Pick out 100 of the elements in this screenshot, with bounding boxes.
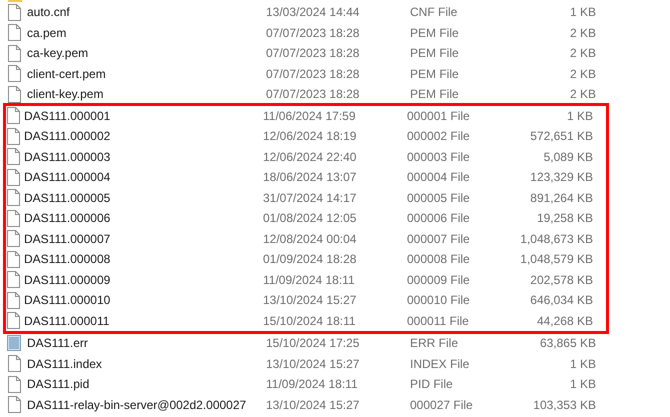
file-size: 572,651 KB xyxy=(529,129,593,144)
text-file-icon xyxy=(7,335,21,352)
file-name: DAS111.000008 xyxy=(24,252,112,266)
file-name: DAS111.000010 xyxy=(24,293,112,308)
file-row[interactable]: DAS111.000008 01/09/2024 18:28 000008 File 1,048,579 KB xyxy=(9,249,606,270)
file-row[interactable]: DAS111.000003 12/06/2024 22:40 000003 File 5,089 KB xyxy=(9,146,606,167)
file-size: 2 KB xyxy=(568,66,596,81)
file-type: 000003 File xyxy=(407,150,471,164)
date-modified: 11/06/2024 17:59 xyxy=(263,108,357,123)
file-size: 2 KB xyxy=(568,46,596,60)
file-icon xyxy=(7,271,20,288)
date-modified: 31/07/2024 14:17 xyxy=(263,190,358,205)
file-icon xyxy=(7,189,20,206)
file-size: 5,089 KB xyxy=(542,150,593,164)
file-row[interactable]: DAS111.000001 11/06/2024 17:59 000001 File 1 KB xyxy=(9,106,606,126)
file-icon xyxy=(8,44,20,62)
file-name: DAS111.pid xyxy=(27,377,90,392)
date-modified: 12/06/2024 18:19 xyxy=(263,129,358,144)
file-row[interactable]: DAS111.000002 12/06/2024 18:19 000002 File 572,651 KB xyxy=(9,126,606,146)
file-row[interactable]: client-cert.pem 07/07/2023 18:28 PEM File 2 KB xyxy=(0,64,670,84)
date-modified: 11/09/2024 18:11 xyxy=(263,272,356,287)
file-type: 000004 File xyxy=(407,170,471,184)
file-name: DAS111.000007 xyxy=(24,232,112,246)
file-row[interactable]: DAS111.pid 11/09/2024 18:11 PID File 1 KB xyxy=(0,374,670,394)
file-type: 000011 File xyxy=(407,314,470,328)
date-modified: 15/10/2024 18:11 xyxy=(263,314,357,328)
file-size: 19,258 KB xyxy=(536,211,593,226)
file-row[interactable]: DAS111.000009 11/09/2024 18:11 000009 File 202,578 KB xyxy=(9,270,606,290)
file-name: DAS111.err xyxy=(27,336,89,350)
file-size: 1 KB xyxy=(568,356,596,371)
file-icon xyxy=(8,65,20,82)
date-modified: 13/10/2024 15:27 xyxy=(266,398,360,412)
file-type: 000010 File xyxy=(407,293,471,308)
file-name: DAS111.000004 xyxy=(24,170,112,184)
file-size: 646,034 KB xyxy=(529,293,593,308)
file-name: DAS111.000011 xyxy=(24,314,110,328)
file-name: DAS111.000009 xyxy=(24,272,112,287)
date-modified: 12/06/2024 22:40 xyxy=(263,150,358,164)
file-name: client-cert.pem xyxy=(27,66,107,81)
file-name: auto.cnf xyxy=(27,5,71,20)
file-icon xyxy=(7,107,20,124)
date-modified: 13/10/2024 15:27 xyxy=(263,293,358,308)
file-name: DAS111.000002 xyxy=(24,129,112,144)
file-name: client-key.pem xyxy=(27,87,104,102)
file-name: DAS111.000006 xyxy=(24,211,112,226)
file-size: 1 KB xyxy=(568,377,596,392)
date-modified: 07/07/2023 18:28 xyxy=(266,66,360,81)
file-row[interactable]: DAS111.000004 18/06/2024 13:07 000004 File 123,329 KB xyxy=(9,167,606,188)
file-size: 2 KB xyxy=(568,87,596,102)
file-row[interactable]: DAS111.000006 01/08/2024 12:05 000006 File 19,258 KB xyxy=(9,208,606,228)
date-modified: 07/07/2023 18:28 xyxy=(266,26,360,40)
date-modified: 11/09/2024 18:11 xyxy=(266,377,359,392)
date-modified: 07/07/2023 18:28 xyxy=(266,87,360,102)
file-icon xyxy=(7,230,20,248)
file-row[interactable]: auto.cnf 13/03/2024 14:44 CNF File 1 KB xyxy=(0,2,670,22)
file-type: PID File xyxy=(410,377,454,392)
file-size: 44,268 KB xyxy=(536,314,593,328)
file-name: DAS111.000005 xyxy=(24,190,112,205)
file-type: ERR File xyxy=(410,336,460,350)
file-icon xyxy=(8,86,20,103)
file-type: 000001 File xyxy=(407,108,471,123)
file-icon xyxy=(7,148,20,166)
file-size: 1,048,673 KB xyxy=(519,232,593,246)
file-row[interactable]: DAS111.err 15/10/2024 17:25 ERR File 63,865 KB xyxy=(0,333,670,354)
file-icon xyxy=(7,128,20,145)
file-row[interactable]: DAS111.000010 13/10/2024 15:27 000010 File 646,034 KB xyxy=(9,290,606,310)
file-row[interactable]: ca-key.pem 07/07/2023 18:28 PEM File 2 KB xyxy=(0,43,670,64)
file-size: 103,353 KB xyxy=(532,398,596,412)
file-type: 000006 File xyxy=(407,211,471,226)
file-size: 1 KB xyxy=(568,5,596,20)
file-type: PEM File xyxy=(410,26,460,40)
file-row[interactable]: DAS111.000011 15/10/2024 18:11 000011 File 44,268 KB xyxy=(9,310,606,331)
file-size: 2 KB xyxy=(568,26,596,40)
file-row[interactable]: ca.pem 07/07/2023 18:28 PEM File 2 KB xyxy=(0,22,670,43)
file-row[interactable]: client-key.pem 07/07/2023 18:28 PEM File 2 KB xyxy=(0,84,670,104)
date-modified: 15/10/2024 17:25 xyxy=(266,336,360,350)
file-size: 63,865 KB xyxy=(538,336,596,350)
file-name: DAS111.000001 xyxy=(24,108,112,123)
file-type: 000008 File xyxy=(407,252,471,266)
file-icon xyxy=(7,292,20,309)
file-size: 1 KB xyxy=(566,108,593,123)
file-row[interactable]: DAS111.000007 12/08/2024 00:04 000007 File 1,048,673 KB xyxy=(9,228,606,249)
file-type: 000005 File xyxy=(407,190,471,205)
file-type: 000002 File xyxy=(407,129,471,144)
date-modified: 13/03/2024 14:44 xyxy=(266,5,360,20)
file-size: 1,048,579 KB xyxy=(519,252,593,266)
file-type: 000009 File xyxy=(407,272,471,287)
date-modified: 01/08/2024 12:05 xyxy=(263,211,358,226)
file-type: INDEX File xyxy=(410,356,470,371)
file-icon xyxy=(8,24,20,42)
file-name: ca.pem xyxy=(27,26,68,40)
file-row[interactable]: DAS111.000005 31/07/2024 14:17 000005 File 891,264 KB xyxy=(9,188,606,208)
file-icon xyxy=(7,168,20,186)
file-row[interactable]: DAS111.index 13/10/2024 15:27 INDEX File 1 KB xyxy=(0,354,670,374)
file-name: DAS111-relay-bin-server@002d2.000027 xyxy=(27,398,248,412)
date-modified: 13/10/2024 15:27 xyxy=(266,356,360,371)
file-icon xyxy=(7,312,20,330)
file-icon xyxy=(8,376,20,393)
file-row[interactable]: DAS111-relay-bin-server@002d2.000027 13/10/2024 15:27 000027 File 103,353 KB xyxy=(0,394,670,415)
file-type: PEM File xyxy=(410,87,460,102)
